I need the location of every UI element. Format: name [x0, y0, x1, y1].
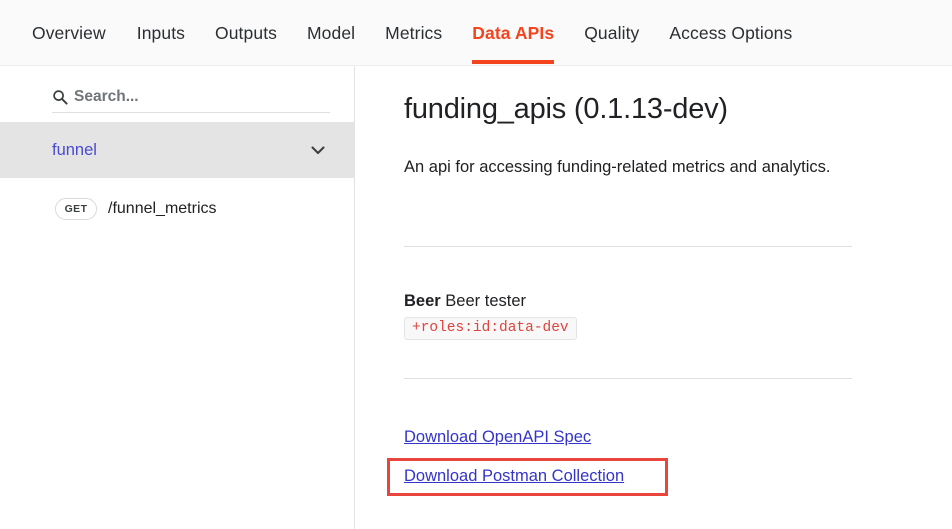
- chevron-down-icon[interactable]: [308, 140, 328, 160]
- contact-role: Beer tester: [445, 292, 527, 310]
- contact-info: Beer Beer tester: [404, 292, 526, 311]
- http-method-badge: GET: [55, 198, 97, 220]
- sidebar-group-funnel[interactable]: funnel: [0, 122, 354, 178]
- tab-outputs[interactable]: Outputs: [200, 0, 292, 66]
- api-description: An api for accessing funding-related met…: [404, 158, 831, 176]
- contact-name: Beer: [404, 292, 441, 310]
- tab-metrics[interactable]: Metrics: [370, 0, 457, 66]
- download-postman-collection-link[interactable]: Download Postman Collection: [404, 467, 624, 486]
- search-icon: [53, 89, 68, 105]
- api-sidebar: funnel GET /funnel_metrics: [0, 66, 355, 529]
- tab-data-apis[interactable]: Data APIs: [457, 0, 569, 66]
- nav-tab-list: Overview Inputs Outputs Model Metrics Da…: [32, 0, 807, 66]
- sidebar-endpoint-funnel-metrics[interactable]: GET /funnel_metrics: [0, 192, 354, 226]
- page-title: funding_apis (0.1.13-dev): [404, 93, 728, 125]
- tab-access-options[interactable]: Access Options: [654, 0, 807, 66]
- tab-overview[interactable]: Overview: [32, 0, 122, 66]
- search-input[interactable]: [74, 87, 314, 106]
- roles-badge: +roles:id:data-dev: [404, 317, 577, 340]
- tab-quality[interactable]: Quality: [569, 0, 654, 66]
- sidebar-group-label: funnel: [52, 140, 97, 159]
- tab-inputs[interactable]: Inputs: [122, 0, 200, 66]
- endpoint-path-label: /funnel_metrics: [108, 200, 217, 217]
- tab-model[interactable]: Model: [292, 0, 370, 66]
- search-box[interactable]: [52, 81, 330, 113]
- top-navigation-bar: Overview Inputs Outputs Model Metrics Da…: [0, 0, 952, 66]
- download-openapi-spec-link[interactable]: Download OpenAPI Spec: [404, 428, 591, 447]
- api-detail-panel: funding_apis (0.1.13-dev) An api for acc…: [356, 66, 952, 529]
- divider-top: [404, 246, 852, 247]
- divider-bottom: [404, 378, 852, 379]
